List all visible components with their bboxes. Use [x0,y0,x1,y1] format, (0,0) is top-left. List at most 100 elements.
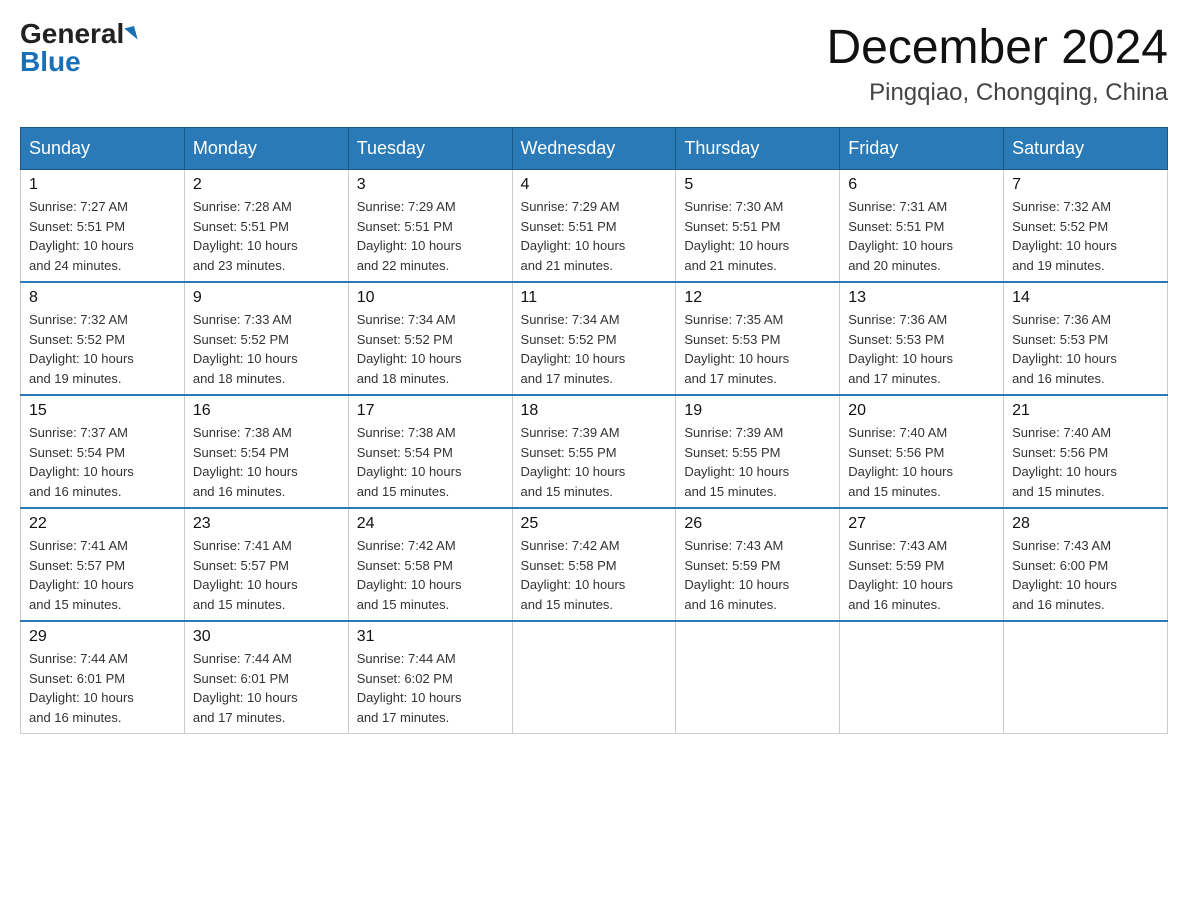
day-number: 8 [29,289,176,307]
day-number: 1 [29,176,176,194]
table-row: 22 Sunrise: 7:41 AM Sunset: 5:57 PM Dayli… [21,508,1168,621]
list-item: 29 Sunrise: 7:44 AM Sunset: 6:01 PM Dayli… [21,621,185,734]
day-info: Sunrise: 7:40 AM Sunset: 5:56 PM Dayligh… [1012,423,1159,501]
day-info: Sunrise: 7:32 AM Sunset: 5:52 PM Dayligh… [1012,197,1159,275]
logo: General Blue [20,20,136,76]
page-subtitle: Pingqiao, Chongqing, China [826,79,1168,107]
day-info: Sunrise: 7:43 AM Sunset: 5:59 PM Dayligh… [684,536,831,614]
day-info: Sunrise: 7:44 AM Sunset: 6:01 PM Dayligh… [193,649,340,727]
day-number: 24 [357,515,504,533]
list-item: 27Sunrise: 7:43 AM Sunset: 5:59 PM Dayli… [840,508,1004,621]
list-item: 11 Sunrise: 7:34 AM Sunset: 5:52 PM Dayli… [512,282,676,395]
day-number: 20 [848,402,995,420]
day-info: Sunrise: 7:40 AM Sunset: 5:56 PM Dayligh… [848,423,995,501]
list-item: 16Sunrise: 7:38 AM Sunset: 5:54 PM Dayli… [184,395,348,508]
day-info: Sunrise: 7:34 AM Sunset: 5:52 PM Dayligh… [521,310,668,388]
day-number: 30 [193,628,340,646]
day-info: Sunrise: 7:33 AM Sunset: 5:52 PM Dayligh… [193,310,340,388]
day-info: Sunrise: 7:27 AM Sunset: 5:51 PM Dayligh… [29,197,176,275]
day-number: 17 [357,402,504,420]
header-row: Sunday Monday Tuesday Wednesday Thursday… [21,128,1168,170]
list-item: 20 Sunrise: 7:40 AM Sunset: 5:56 PM Dayli… [840,395,1004,508]
page-title: December 2024 [826,20,1168,75]
day-info: Sunrise: 7:42 AM Sunset: 5:58 PM Dayligh… [357,536,504,614]
list-item: 6 Sunrise: 7:31 AM Sunset: 5:51 PM Daylig… [840,170,1004,283]
list-item [676,621,840,734]
list-item: 21Sunrise: 7:40 AM Sunset: 5:56 PM Dayli… [1004,395,1168,508]
day-number: 19 [684,402,831,420]
list-item: 25 Sunrise: 7:42 AM Sunset: 5:58 PM Dayli… [512,508,676,621]
day-number: 12 [684,289,831,307]
page-header: General Blue December 2024 Pingqiao, Cho… [20,20,1168,107]
day-number: 29 [29,628,176,646]
day-info: Sunrise: 7:44 AM Sunset: 6:01 PM Dayligh… [29,649,176,727]
day-info: Sunrise: 7:31 AM Sunset: 5:51 PM Dayligh… [848,197,995,275]
header-friday: Friday [840,128,1004,170]
logo-triangle-icon [125,26,138,42]
day-info: Sunrise: 7:30 AM Sunset: 5:51 PM Dayligh… [684,197,831,275]
list-item: 2 Sunrise: 7:28 AM Sunset: 5:51 PM Daylig… [184,170,348,283]
day-info: Sunrise: 7:43 AM Sunset: 6:00 PM Dayligh… [1012,536,1159,614]
day-number: 10 [357,289,504,307]
day-number: 7 [1012,176,1159,194]
day-info: Sunrise: 7:43 AM Sunset: 5:59 PM Dayligh… [848,536,995,614]
list-item: 7 Sunrise: 7:32 AM Sunset: 5:52 PM Daylig… [1004,170,1168,283]
day-number: 13 [848,289,995,307]
day-info: Sunrise: 7:35 AM Sunset: 5:53 PM Dayligh… [684,310,831,388]
table-row: 15 Sunrise: 7:37 AM Sunset: 5:54 PM Dayli… [21,395,1168,508]
day-number: 14 [1012,289,1159,307]
day-info: Sunrise: 7:29 AM Sunset: 5:51 PM Dayligh… [521,197,668,275]
day-info: Sunrise: 7:42 AM Sunset: 5:58 PM Dayligh… [521,536,668,614]
list-item: 15 Sunrise: 7:37 AM Sunset: 5:54 PM Dayli… [21,395,185,508]
logo-general-text: General [20,20,124,48]
list-item: 14 Sunrise: 7:36 AM Sunset: 5:53 PM Dayli… [1004,282,1168,395]
day-number: 11 [521,289,668,307]
day-number: 4 [521,176,668,194]
list-item: 17Sunrise: 7:38 AM Sunset: 5:54 PM Dayli… [348,395,512,508]
list-item [840,621,1004,734]
header-thursday: Thursday [676,128,840,170]
list-item: 24 Sunrise: 7:42 AM Sunset: 5:58 PM Dayli… [348,508,512,621]
list-item: 13 Sunrise: 7:36 AM Sunset: 5:53 PM Dayli… [840,282,1004,395]
day-info: Sunrise: 7:39 AM Sunset: 5:55 PM Dayligh… [684,423,831,501]
list-item [512,621,676,734]
day-number: 9 [193,289,340,307]
day-number: 18 [521,402,668,420]
list-item: 3 Sunrise: 7:29 AM Sunset: 5:51 PM Daylig… [348,170,512,283]
list-item: 31Sunrise: 7:44 AM Sunset: 6:02 PM Dayli… [348,621,512,734]
day-info: Sunrise: 7:32 AM Sunset: 5:52 PM Dayligh… [29,310,176,388]
table-row: 29 Sunrise: 7:44 AM Sunset: 6:01 PM Dayli… [21,621,1168,734]
day-number: 3 [357,176,504,194]
day-number: 15 [29,402,176,420]
day-info: Sunrise: 7:36 AM Sunset: 5:53 PM Dayligh… [848,310,995,388]
list-item: 4 Sunrise: 7:29 AM Sunset: 5:51 PM Daylig… [512,170,676,283]
day-info: Sunrise: 7:41 AM Sunset: 5:57 PM Dayligh… [193,536,340,614]
day-number: 5 [684,176,831,194]
header-saturday: Saturday [1004,128,1168,170]
day-number: 6 [848,176,995,194]
list-item: 18Sunrise: 7:39 AM Sunset: 5:55 PM Dayli… [512,395,676,508]
list-item: 10 Sunrise: 7:34 AM Sunset: 5:52 PM Dayli… [348,282,512,395]
day-info: Sunrise: 7:36 AM Sunset: 5:53 PM Dayligh… [1012,310,1159,388]
day-info: Sunrise: 7:41 AM Sunset: 5:57 PM Dayligh… [29,536,176,614]
list-item: 26 Sunrise: 7:43 AM Sunset: 5:59 PM Dayli… [676,508,840,621]
list-item [1004,621,1168,734]
calendar-table: Sunday Monday Tuesday Wednesday Thursday… [20,127,1168,734]
list-item: 28 Sunrise: 7:43 AM Sunset: 6:00 PM Dayli… [1004,508,1168,621]
table-row: 8 Sunrise: 7:32 AM Sunset: 5:52 PM Daylig… [21,282,1168,395]
day-number: 28 [1012,515,1159,533]
list-item: 23 Sunrise: 7:41 AM Sunset: 5:57 PM Dayli… [184,508,348,621]
header-sunday: Sunday [21,128,185,170]
list-item: 22 Sunrise: 7:41 AM Sunset: 5:57 PM Dayli… [21,508,185,621]
day-number: 23 [193,515,340,533]
day-number: 26 [684,515,831,533]
day-number: 22 [29,515,176,533]
day-number: 2 [193,176,340,194]
day-info: Sunrise: 7:29 AM Sunset: 5:51 PM Dayligh… [357,197,504,275]
day-info: Sunrise: 7:28 AM Sunset: 5:51 PM Dayligh… [193,197,340,275]
day-info: Sunrise: 7:34 AM Sunset: 5:52 PM Dayligh… [357,310,504,388]
list-item: 12 Sunrise: 7:35 AM Sunset: 5:53 PM Dayli… [676,282,840,395]
day-number: 25 [521,515,668,533]
day-info: Sunrise: 7:37 AM Sunset: 5:54 PM Dayligh… [29,423,176,501]
list-item: 8 Sunrise: 7:32 AM Sunset: 5:52 PM Daylig… [21,282,185,395]
